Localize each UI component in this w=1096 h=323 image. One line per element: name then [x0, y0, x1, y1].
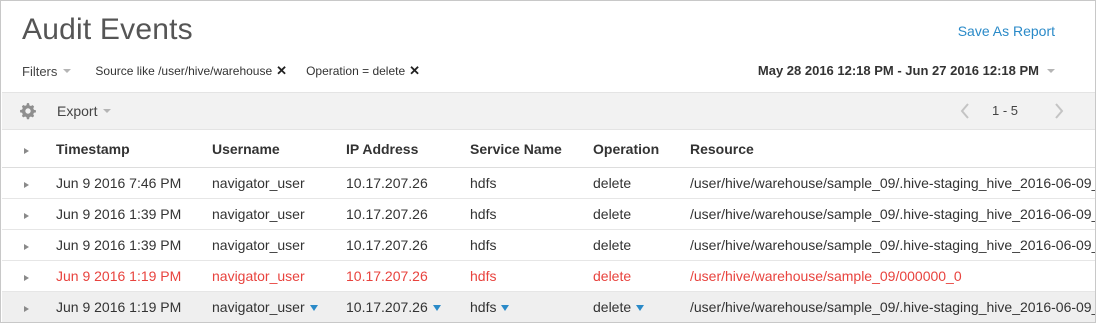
table-row[interactable]: Jun 9 2016 7:46 PM navigator_user 10.17.…	[2, 167, 1095, 199]
table-header-row: Timestamp Username IP Address Service Na…	[2, 131, 1095, 168]
caret-down-icon	[1047, 68, 1055, 73]
filters-dropdown[interactable]: Filters	[22, 63, 72, 79]
filter-icon[interactable]	[636, 304, 645, 311]
cell-service: hdfs	[470, 167, 593, 199]
page-title: Audit Events	[22, 13, 193, 46]
cell-resource: /user/hive/warehouse/sample_09/.hive-sta…	[690, 167, 1095, 199]
close-icon[interactable]: ✕	[409, 63, 420, 79]
filter-icon[interactable]	[501, 304, 510, 311]
expand-arrow-icon[interactable]	[24, 274, 29, 281]
cell-operation: delete	[593, 298, 632, 315]
cell-service: hdfs	[470, 260, 593, 292]
table-row[interactable]: Jun 9 2016 1:39 PM navigator_user 10.17.…	[2, 229, 1095, 261]
cell-ip: 10.17.207.26	[346, 198, 470, 230]
cell-ip: 10.17.207.26	[346, 260, 470, 292]
expand-arrow-icon[interactable]	[24, 181, 29, 188]
cell-ip: 10.17.207.26	[346, 167, 470, 199]
filter-chip-source: Source like /user/hive/warehouse ✕	[95, 63, 287, 79]
cell-service: hdfs	[470, 298, 497, 315]
pager-range: 1 - 5	[992, 103, 1019, 118]
column-header-ip-address[interactable]: IP Address	[346, 131, 470, 168]
audit-events-table: Timestamp Username IP Address Service Na…	[2, 131, 1095, 322]
expand-arrow-icon[interactable]	[24, 305, 29, 312]
cell-timestamp: Jun 9 2016 1:39 PM	[56, 198, 212, 230]
cell-service: hdfs	[470, 198, 593, 230]
cell-username: navigator_user	[212, 229, 346, 261]
gear-icon[interactable]	[19, 102, 37, 120]
caret-down-icon	[103, 109, 112, 113]
cell-operation: delete	[593, 260, 690, 292]
cell-resource: /user/hive/warehouse/sample_09/.hive-sta…	[690, 198, 1095, 230]
export-dropdown[interactable]: Export	[57, 103, 112, 119]
cell-service: hdfs	[470, 229, 593, 261]
table-toolbar: Export 1 - 5	[2, 92, 1095, 130]
cell-ip: 10.17.207.26	[346, 298, 428, 315]
export-label: Export	[57, 103, 98, 119]
filter-icon[interactable]	[309, 304, 318, 311]
audit-events-panel: Audit Events Save As Report Filters Sour…	[0, 0, 1096, 323]
expand-arrow-icon[interactable]	[24, 147, 29, 154]
expand-arrow-icon[interactable]	[24, 212, 29, 219]
table-row[interactable]: Jun 9 2016 1:39 PM navigator_user 10.17.…	[2, 198, 1095, 230]
column-header-operation[interactable]: Operation	[593, 131, 690, 168]
chevron-right-icon[interactable]	[1052, 101, 1066, 121]
cell-resource: /user/hive/warehouse/sample_09/.hive-sta…	[690, 291, 1095, 322]
column-header-resource[interactable]: Resource	[690, 131, 1095, 168]
close-icon[interactable]: ✕	[276, 63, 287, 79]
cell-username: navigator_user	[212, 167, 346, 199]
cell-username: navigator_user	[212, 198, 346, 230]
date-range-text: May 28 2016 12:18 PM - Jun 27 2016 12:18…	[757, 63, 1039, 78]
filters-bar: Filters Source like /user/hive/warehouse…	[22, 62, 420, 80]
cell-timestamp: Jun 9 2016 7:46 PM	[56, 167, 212, 199]
save-as-report-link[interactable]: Save As Report	[958, 23, 1055, 39]
filter-icon[interactable]	[432, 304, 441, 311]
caret-down-icon	[63, 69, 72, 73]
cell-operation-with-filter: delete	[593, 291, 690, 322]
column-header-service-name[interactable]: Service Name	[470, 131, 593, 168]
filter-chip-operation: Operation = delete ✕	[306, 63, 420, 79]
cell-operation: delete	[593, 167, 690, 199]
cell-resource: /user/hive/warehouse/sample_09/000000_0	[690, 260, 1095, 292]
cell-resource: /user/hive/warehouse/sample_09/.hive-sta…	[690, 229, 1095, 261]
table-row[interactable]: Jun 9 2016 1:19 PM navigator_user 10.17.…	[2, 260, 1095, 292]
expand-all-cell[interactable]	[2, 131, 56, 168]
filter-chip-text: Source like /user/hive/warehouse	[95, 64, 273, 78]
cell-username: navigator_user	[212, 260, 346, 292]
cell-ip-with-filter: 10.17.207.26	[346, 291, 470, 322]
cell-timestamp: Jun 9 2016 1:19 PM	[56, 291, 212, 322]
cell-service-with-filter: hdfs	[470, 291, 593, 322]
expand-arrow-icon[interactable]	[24, 243, 29, 250]
cell-timestamp: Jun 9 2016 1:19 PM	[56, 260, 212, 292]
cell-username: navigator_user	[212, 298, 305, 315]
cell-operation: delete	[593, 229, 690, 261]
cell-username-with-filter: navigator_user	[212, 291, 346, 322]
filters-label: Filters	[22, 63, 58, 79]
filter-chip-text: Operation = delete	[306, 64, 406, 78]
column-header-username[interactable]: Username	[212, 131, 346, 168]
cell-operation: delete	[593, 198, 690, 230]
date-range-picker[interactable]: May 28 2016 12:18 PM - Jun 27 2016 12:18…	[758, 63, 1055, 78]
column-header-timestamp[interactable]: Timestamp	[56, 131, 212, 168]
cell-timestamp: Jun 9 2016 1:39 PM	[56, 229, 212, 261]
chevron-left-icon[interactable]	[958, 101, 972, 121]
cell-ip: 10.17.207.26	[346, 229, 470, 261]
table-row[interactable]: Jun 9 2016 1:19 PM navigator_user 10.17.…	[2, 291, 1095, 322]
